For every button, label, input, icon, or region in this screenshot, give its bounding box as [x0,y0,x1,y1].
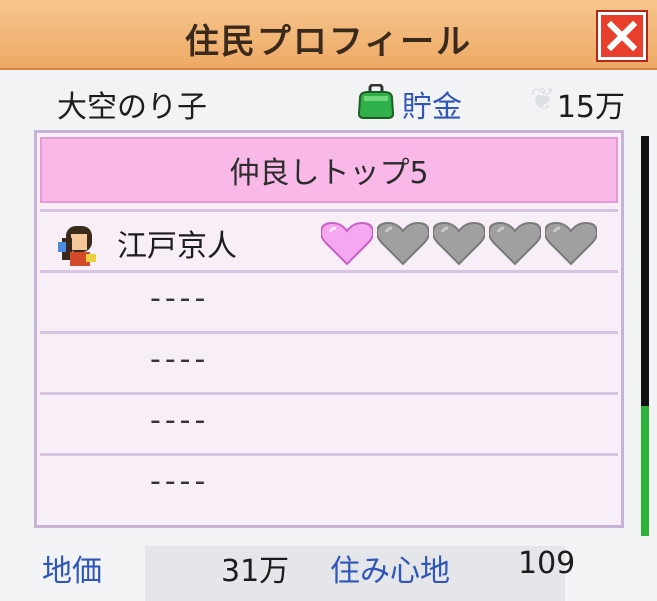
close-icon [607,21,637,51]
friends-panel: 仲良しトップ5 江戸京人 ---- ---- ---- ---- [34,130,624,528]
savings-value: 15万 [556,90,625,125]
heart-empty-icon [433,222,485,266]
heart-empty-icon [377,222,429,266]
friend-name: 江戸京人 [117,229,237,264]
resident-info-row: 大空のり子 貯金 ❦ 15万 [0,76,657,128]
decoration-swirl-icon: ❦ [530,82,556,117]
friends-header: 仲良しトップ5 [40,137,618,203]
heart-empty-icon [545,222,597,266]
land-price-label: 地価 [42,554,102,589]
affinity-hearts [321,222,597,266]
window-title: 住民プロフィール [184,22,473,62]
land-price-value: 31万 [221,554,290,589]
close-button[interactable] [598,12,646,60]
empty-slot-placeholder: ---- [150,464,210,499]
friend-row-empty: ---- [40,331,618,389]
friend-row-empty: ---- [40,270,618,328]
empty-slot-placeholder: ---- [150,342,210,377]
title-bar: 住民プロフィール [0,0,657,70]
heart-filled-icon [321,222,373,266]
comfort-label: 住み心地 [330,554,450,589]
empty-slot-placeholder: ---- [150,281,210,316]
friend-row-empty: ---- [40,392,618,450]
resident-avatar-icon [58,226,96,266]
resident-name: 大空のり子 [57,90,207,125]
friend-row[interactable]: 江戸京人 [40,209,618,267]
heart-empty-icon [489,222,541,266]
coin-purse-icon [357,84,395,119]
empty-slot-placeholder: ---- [150,403,210,438]
scroll-thumb[interactable] [641,406,649,536]
scrollbar[interactable] [641,136,649,536]
stats-footer: 地価 31万 住み心地 109 [0,538,657,601]
friend-row-empty: ---- [40,453,618,518]
savings-label: 貯金 [402,90,462,125]
comfort-value: 109 [518,546,576,581]
